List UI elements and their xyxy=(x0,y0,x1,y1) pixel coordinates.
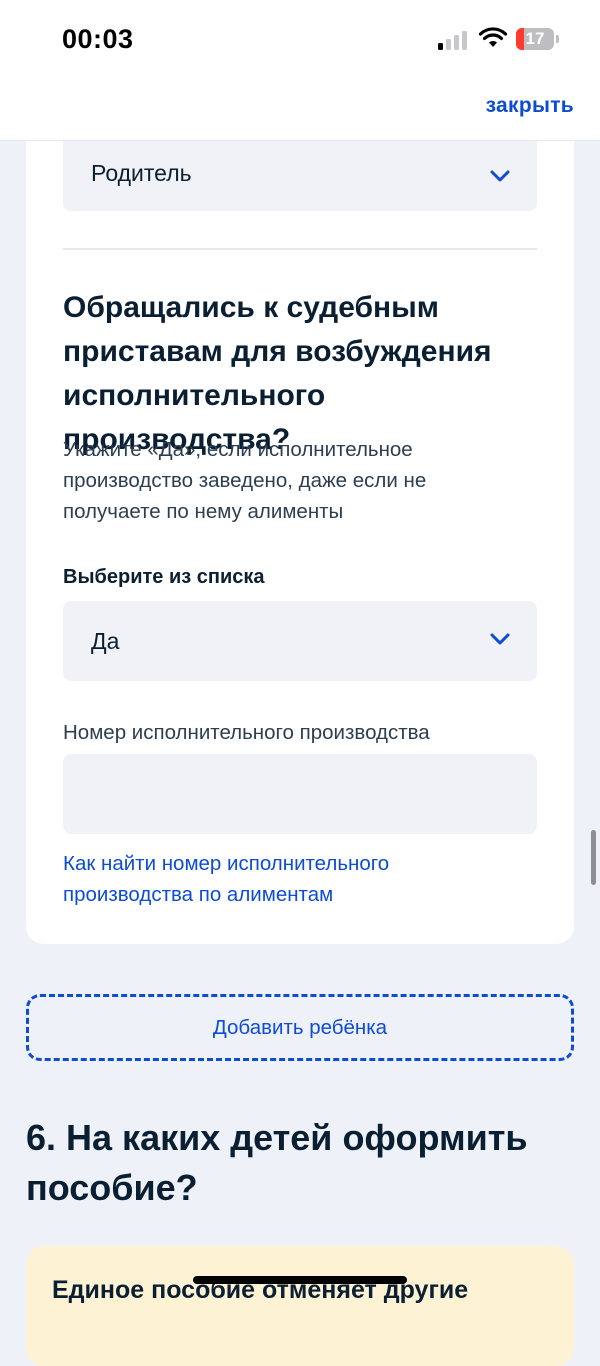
proceeding-number-help-link[interactable]: Как найти номер исполнительного производ… xyxy=(63,848,483,910)
bailiffs-select[interactable]: Да xyxy=(63,601,537,681)
relation-select-value: Родитель xyxy=(91,160,192,186)
select-label: Выберите из списка xyxy=(63,566,265,588)
scrollbar-thumb[interactable] xyxy=(591,830,596,885)
battery-level: 17 xyxy=(525,29,545,48)
top-nav-bar: закрыть xyxy=(0,78,600,141)
bailiffs-select-value: Да xyxy=(91,628,120,654)
add-child-button[interactable]: Добавить ребёнка xyxy=(26,994,574,1061)
battery-cap xyxy=(556,35,559,43)
cellular-signal-icon xyxy=(438,30,470,50)
close-link[interactable]: закрыть xyxy=(486,94,574,118)
chevron-down-icon xyxy=(490,633,510,645)
divider xyxy=(63,248,537,250)
bailiffs-question-hint: Укажите «Да», если исполнительное произв… xyxy=(63,438,427,523)
battery-icon: 17 xyxy=(516,28,554,50)
relation-select[interactable]: Родитель xyxy=(63,141,537,211)
wifi-icon xyxy=(478,27,508,47)
home-indicator[interactable] xyxy=(193,1276,407,1284)
chevron-down-icon xyxy=(490,170,510,182)
child-form-card: Родитель Обращались к судебным приставам… xyxy=(26,141,574,944)
status-bar: 00:03 17 xyxy=(0,0,600,78)
benefit-notice: Единое пособие отменяет другие xyxy=(26,1246,574,1366)
status-time: 00:03 xyxy=(62,24,134,54)
section-6-title: 6. На каких детей оформить пособие? xyxy=(26,1117,528,1208)
proceeding-number-label: Номер исполнительного производства xyxy=(63,721,430,744)
proceeding-number-input[interactable] xyxy=(63,754,537,834)
